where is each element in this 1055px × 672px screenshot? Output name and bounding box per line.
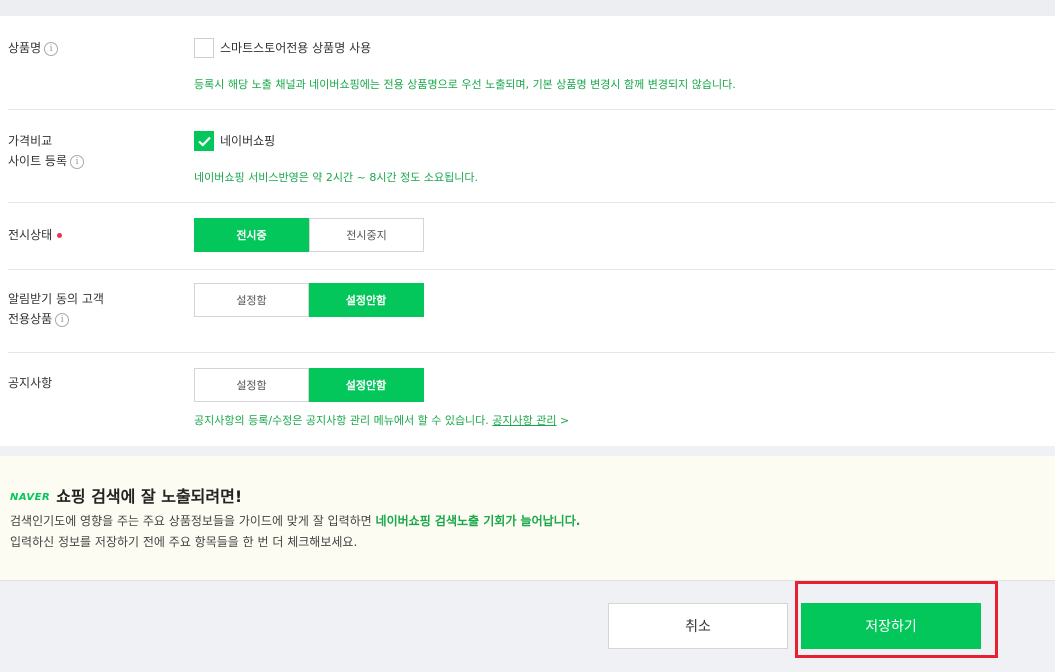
- notify-off-button[interactable]: 설정안함: [309, 283, 424, 317]
- display-status-label: 전시상태: [8, 228, 53, 242]
- price-compare-label-2-wrap: 사이트 등록 i: [8, 151, 85, 171]
- chevron-right-icon[interactable]: >: [560, 414, 569, 427]
- search-tip-box: NAVER 쇼핑 검색에 잘 노출되려면! 검색인기도에 영향을 주는 주요 상품…: [0, 456, 1055, 581]
- required-dot: [57, 233, 63, 238]
- save-highlight-box: [795, 581, 998, 658]
- product-name-help: 등록시 해당 노출 채널과 네이버쇼핑에는 전용 상품명으로 우선 노출되며, …: [194, 78, 736, 91]
- row-notice: 공지사항 설정함 설정안함 공지사항의 등록/수정은 공지사항 관리 메뉴에서 …: [8, 353, 1055, 445]
- row-price-compare: 가격비교 사이트 등록 i 네이버쇼핑 네이버쇼핑 서비스반영은 약 2시간 ~ …: [8, 110, 1055, 202]
- smartstore-name-checkbox-label[interactable]: 스마트스토어전용 상품명 사용: [220, 38, 371, 58]
- price-compare-label-2: 사이트 등록: [8, 154, 68, 168]
- checkmark-icon: [198, 136, 211, 147]
- notice-off-button[interactable]: 설정안함: [309, 368, 424, 402]
- cancel-button[interactable]: 취소: [608, 603, 788, 649]
- notify-toggle: 설정함 설정안함: [194, 283, 424, 317]
- info-icon[interactable]: i: [70, 154, 85, 169]
- notice-toggle: 설정함 설정안함: [194, 368, 424, 402]
- display-off-button[interactable]: 전시중지: [309, 218, 424, 252]
- notice-on-button[interactable]: 설정함: [194, 368, 309, 402]
- notice-help-text: 공지사항의 등록/수정은 공지사항 관리 메뉴에서 할 수 있습니다.: [194, 414, 489, 427]
- display-on-button[interactable]: 전시중: [194, 218, 309, 252]
- display-status-label-wrap: 전시상태: [8, 225, 63, 245]
- naver-shopping-checkbox[interactable]: [194, 131, 214, 151]
- tip-title: 쇼핑 검색에 잘 노출되려면!: [56, 487, 243, 506]
- price-compare-label-1: 가격비교: [8, 134, 53, 148]
- tip-title-wrap: NAVER 쇼핑 검색에 잘 노출되려면!: [10, 483, 242, 507]
- notice-manage-link[interactable]: 공지사항 관리: [492, 414, 556, 427]
- naver-shopping-checkbox-label[interactable]: 네이버쇼핑: [220, 131, 275, 151]
- top-strip: [0, 0, 1055, 16]
- notify-label-2: 전용상품: [8, 312, 53, 326]
- tip-line-2: 입력하신 정보를 저장하기 전에 주요 항목들을 한 번 더 체크해보세요.: [10, 535, 358, 549]
- price-compare-help: 네이버쇼핑 서비스반영은 약 2시간 ~ 8시간 정도 소요됩니다.: [194, 171, 478, 184]
- tip-line-1-text: 검색인기도에 영향을 주는 주요 상품정보들을 가이드에 맞게 잘 입력하면: [10, 514, 372, 528]
- tip-line-1: 검색인기도에 영향을 주는 주요 상품정보들을 가이드에 맞게 잘 입력하면 네…: [10, 513, 580, 529]
- notify-on-button[interactable]: 설정함: [194, 283, 309, 317]
- row-notify-customer: 알림받기 동의 고객 전용상품 i 설정함 설정안함: [8, 270, 1055, 352]
- display-status-toggle: 전시중 전시중지: [194, 218, 424, 252]
- product-name-label: 상품명: [8, 41, 42, 55]
- tip-line-1-highlight: 네이버쇼핑 검색노출 기회가 늘어납니다.: [375, 514, 581, 528]
- naver-logo: NAVER: [10, 492, 51, 503]
- info-icon[interactable]: i: [55, 312, 70, 327]
- notify-label-1: 알림받기 동의 고객: [8, 292, 104, 306]
- notice-help: 공지사항의 등록/수정은 공지사항 관리 메뉴에서 할 수 있습니다. 공지사항…: [194, 413, 569, 429]
- notice-label: 공지사항: [8, 376, 53, 390]
- smartstore-name-checkbox[interactable]: [194, 38, 214, 58]
- row-display-status: 전시상태 전시중 전시중지: [8, 203, 1055, 269]
- product-name-label-wrap: 상품명 i: [8, 38, 59, 58]
- row-product-name: 상품명 i 스마트스토어전용 상품명 사용 등록시 해당 노출 채널과 네이버쇼핑…: [8, 16, 1055, 109]
- info-icon[interactable]: i: [44, 41, 59, 56]
- notify-label-2-wrap: 전용상품 i: [8, 309, 70, 329]
